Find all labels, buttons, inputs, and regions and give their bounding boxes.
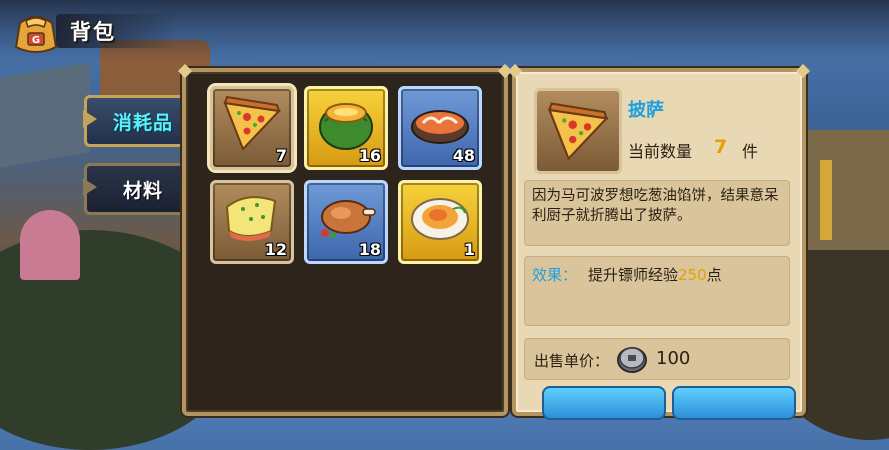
effect-value: 250 [678,266,707,284]
description-box: 因为马可波罗想吃葱油馅饼，结果意呆利厨子就折腾出了披萨。 [524,180,790,246]
item-detail-panel: 披萨 当前数量 7 件 因为马可波罗想吃葱油馅饼，结果意呆利厨子就折腾出了披萨。… [507,63,811,416]
price-value: 100 [656,348,691,369]
melon-soup-icon [319,103,373,150]
tab-consumables-label: 消耗品 [112,111,173,134]
omelette-roll-icon [225,196,277,241]
price-label: 出售单价： [534,352,610,370]
pizza-icon [547,102,609,161]
inventory-slot-melon-soup[interactable]: 16 [304,86,388,170]
egg-plate-icon [411,198,469,240]
sell-button[interactable] [672,386,796,420]
item-count: 7 [275,146,287,165]
coin-icon [617,347,647,373]
effect-box: 效果： 提升镖师经验250点 [524,256,790,326]
tab-materials-label: 材料 [122,179,163,202]
effect-text: 提升镖师经验250点 [588,264,722,285]
effect-suffix: 点 [706,266,722,284]
shrimp-bowl-icon [411,110,469,144]
inventory-slot-shrimp-bowl[interactable]: 48 [398,86,482,170]
inventory-slot-egg-plate[interactable]: 1 [398,180,482,264]
page-title: 背包 [70,20,116,44]
price-box: 出售单价： 100 [524,338,790,380]
inventory-slot-roast-chicken[interactable]: 18 [304,180,388,264]
item-count: 18 [358,240,381,259]
quantity-unit: 件 [742,142,759,161]
item-count: 48 [452,146,475,165]
item-description: 因为马可波罗想吃葱油馅饼，结果意呆利厨子就折腾出了披萨。 [532,188,779,224]
use-button[interactable] [542,386,666,420]
effect-label: 效果： [532,266,578,284]
inventory-panel: 7 16 48 12 18 1 [177,63,513,416]
effect-prefix: 提升镖师经验 [588,266,679,284]
tab-notch-icon [83,178,97,196]
bag-icon: G [14,16,58,53]
detail-item-icon-frame [534,88,622,174]
inventory-slot-pizza[interactable]: 7 [207,83,297,173]
quantity-value: 7 [714,136,728,158]
svg-text:G: G [32,35,40,46]
item-count: 12 [264,240,287,259]
item-count: 1 [463,240,475,259]
quantity-label: 当前数量 [628,142,693,161]
tab-notch-icon [83,110,97,128]
top-bar: G 背包 [0,0,889,60]
roast-chicken-icon [321,200,376,238]
item-count: 16 [358,146,381,165]
inventory-slot-omelette-roll[interactable]: 12 [210,180,294,264]
item-name: 披萨 [628,100,664,121]
pizza-icon [223,95,282,151]
